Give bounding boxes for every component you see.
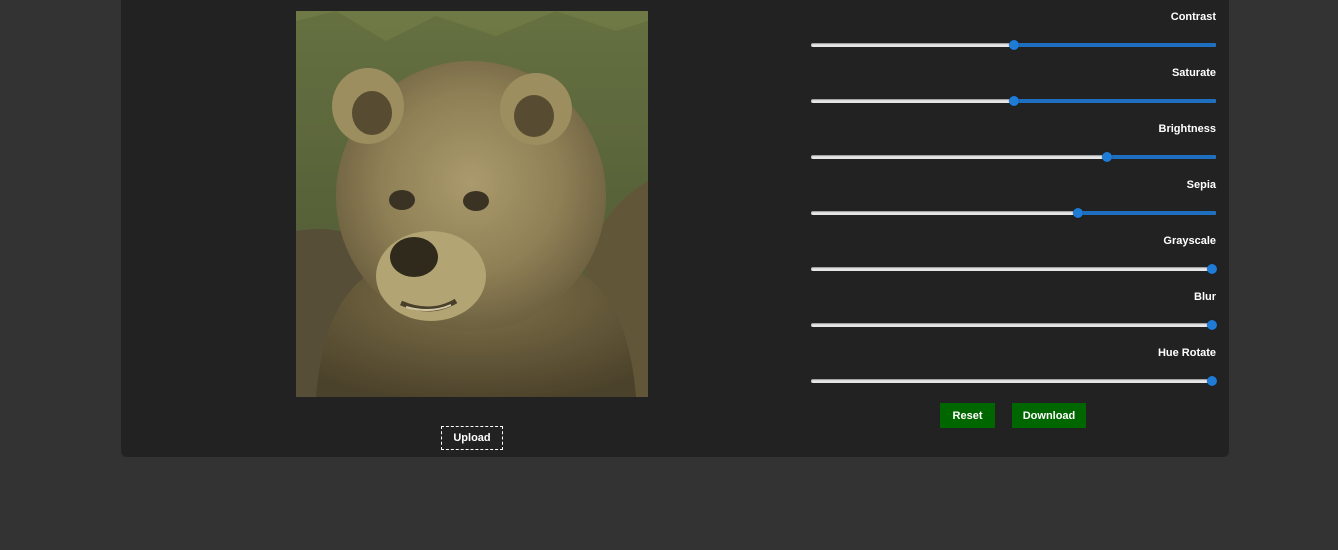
slider-thumb[interactable] xyxy=(1008,96,1019,106)
slider-contrast[interactable] xyxy=(811,39,1216,51)
slider-thumb[interactable] xyxy=(1073,208,1084,218)
slider-thumb[interactable] xyxy=(1206,376,1217,386)
slider-track[interactable] xyxy=(811,323,1216,327)
slider-label-contrast: Contrast xyxy=(1170,11,1216,23)
slider-thumb[interactable] xyxy=(1206,320,1217,330)
slider-saturate[interactable] xyxy=(811,95,1216,107)
slider-label-sepia: Sepia xyxy=(1186,179,1216,191)
slider-label-hue-rotate: Hue Rotate xyxy=(1157,347,1216,359)
slider-label-blur: Blur xyxy=(1194,291,1216,303)
bear-photo xyxy=(296,11,648,397)
slider-label-grayscale: Grayscale xyxy=(1163,235,1216,247)
slider-fill xyxy=(1106,155,1216,159)
slider-thumb[interactable] xyxy=(1008,40,1019,50)
slider-brightness[interactable] xyxy=(811,151,1216,163)
slider-sepia[interactable] xyxy=(811,207,1216,219)
slider-fill xyxy=(1078,211,1216,215)
upload-button[interactable]: Upload xyxy=(441,426,503,450)
slider-label-saturate: Saturate xyxy=(1171,67,1216,79)
reset-button[interactable]: Reset xyxy=(940,403,995,428)
slider-track[interactable] xyxy=(811,379,1216,383)
download-button[interactable]: Download xyxy=(1012,403,1086,428)
slider-fill xyxy=(1013,99,1216,103)
slider-thumb[interactable] xyxy=(1101,152,1112,162)
slider-blur[interactable] xyxy=(811,319,1217,331)
slider-track[interactable] xyxy=(811,267,1216,271)
slider-fill xyxy=(1013,43,1216,47)
slider-hue-rotate[interactable] xyxy=(811,375,1217,387)
slider-thumb[interactable] xyxy=(1206,264,1217,274)
slider-label-brightness: Brightness xyxy=(1158,123,1216,135)
slider-grayscale[interactable] xyxy=(811,263,1217,275)
